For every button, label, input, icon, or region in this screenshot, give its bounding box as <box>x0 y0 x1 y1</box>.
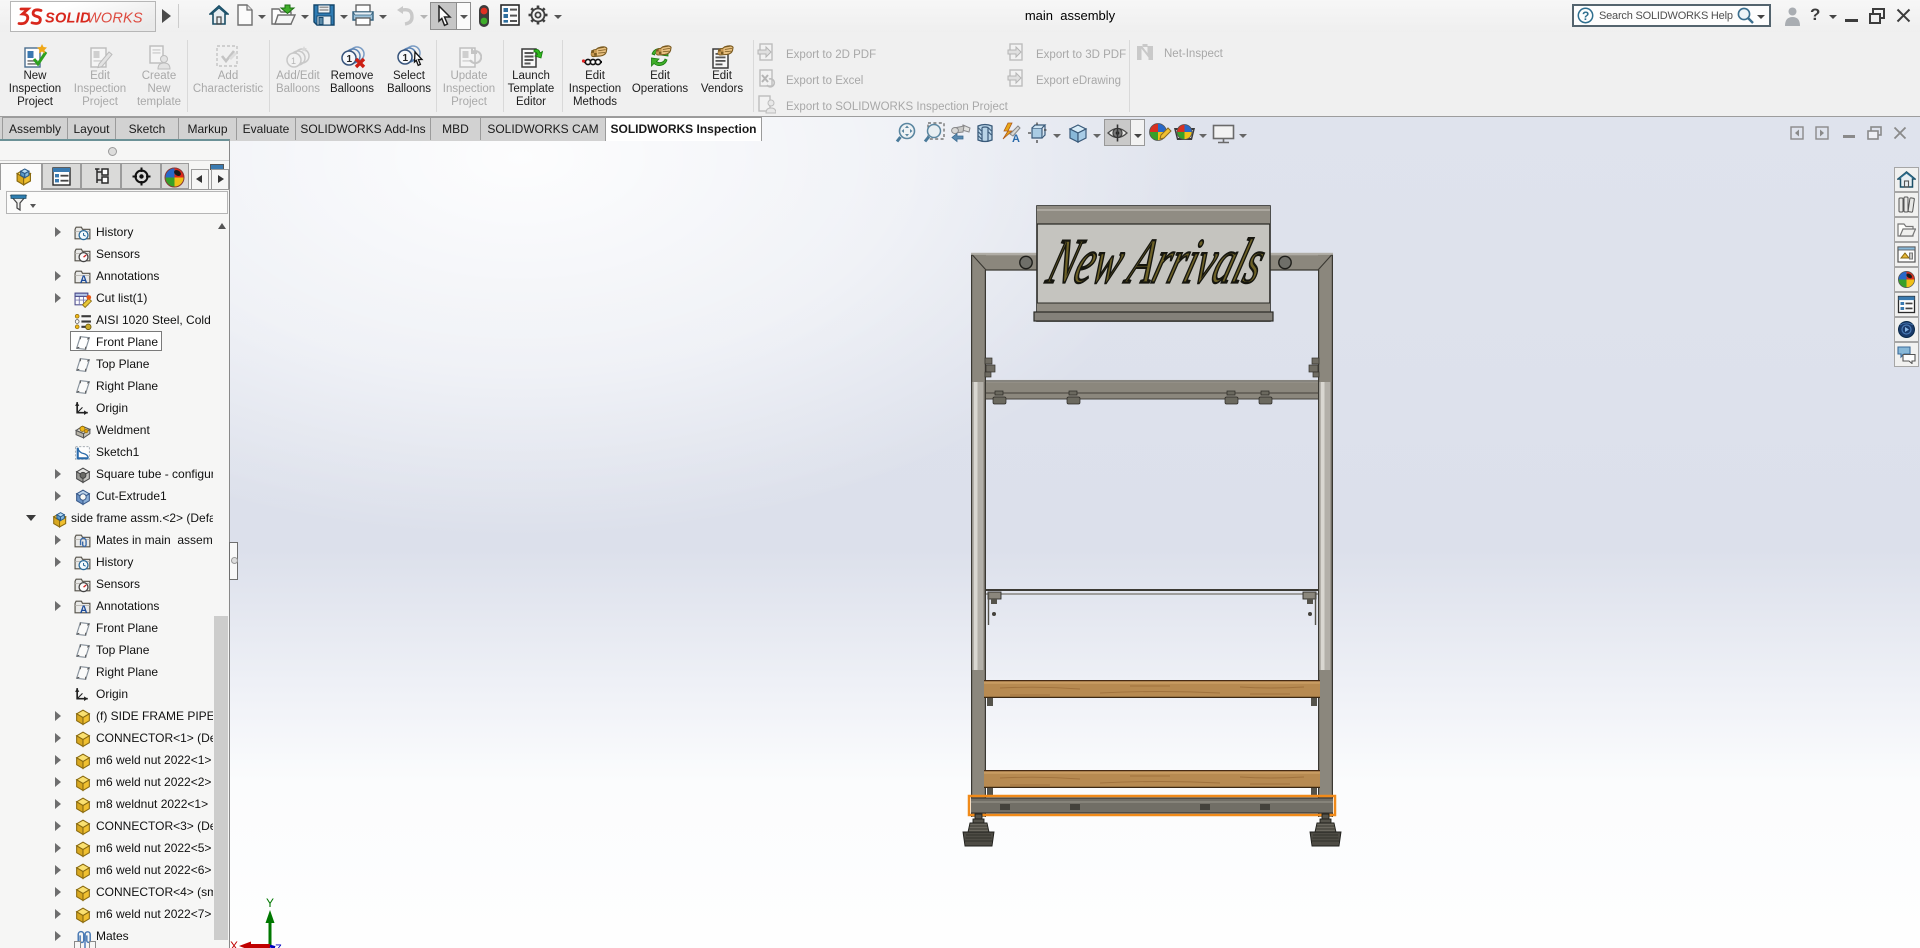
svg-text:1: 1 <box>403 53 409 64</box>
svg-text:1: 1 <box>347 54 353 65</box>
svg-text:?: ? <box>1582 9 1589 23</box>
svg-text:A: A <box>1012 133 1020 144</box>
svg-text:WORKS: WORKS <box>87 10 143 26</box>
svg-text:1: 1 <box>291 56 296 66</box>
svg-text:New Arrivals: New Arrivals <box>1039 226 1274 297</box>
svg-text:Z: Z <box>275 943 282 948</box>
svg-text:Y: Y <box>266 896 274 910</box>
svg-text:SOLID: SOLID <box>45 10 91 26</box>
svg-text:X: X <box>230 939 238 948</box>
